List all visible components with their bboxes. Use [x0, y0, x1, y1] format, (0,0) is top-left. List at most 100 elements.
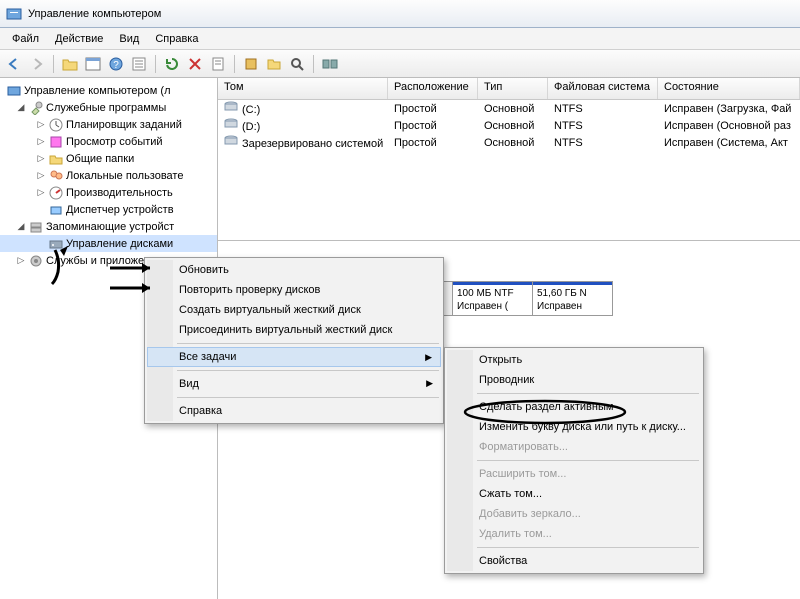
- menu-action[interactable]: Действие: [47, 31, 111, 47]
- menu-shrink[interactable]: Сжать том...: [447, 484, 701, 504]
- tree-eventvwr[interactable]: ▷ Просмотр событий: [0, 133, 217, 150]
- collapse-icon[interactable]: ◢: [16, 102, 26, 113]
- delete-icon[interactable]: [185, 54, 205, 74]
- expand-icon[interactable]: ▷: [36, 187, 46, 198]
- search-icon[interactable]: [287, 54, 307, 74]
- tree-label: Локальные пользовате: [66, 170, 183, 182]
- tree-scheduler[interactable]: ▷ Планировщик заданий: [0, 116, 217, 133]
- tree-label: Запоминающие устройст: [46, 221, 174, 233]
- help-icon[interactable]: ?: [106, 54, 126, 74]
- tree-devmgr[interactable]: Диспетчер устройств: [0, 201, 217, 218]
- list-icon[interactable]: [129, 54, 149, 74]
- menu-separator: [477, 460, 699, 461]
- cell-text: NTFS: [548, 120, 658, 132]
- expand-icon[interactable]: ▷: [36, 136, 46, 147]
- cell-text: Исправен (Система, Акт: [658, 137, 800, 149]
- event-icon: [48, 134, 64, 150]
- menu-createvhd[interactable]: Создать виртуальный жесткий диск: [147, 300, 441, 320]
- diskmgmt-icon: [48, 236, 64, 252]
- tree-systools[interactable]: ◢ Служебные программы: [0, 99, 217, 116]
- cell-text: Исправен (Основной раз: [658, 120, 800, 132]
- tool-b-icon[interactable]: [264, 54, 284, 74]
- volume-icon: [224, 101, 238, 113]
- tree-diskmgmt[interactable]: Управление дисками: [0, 235, 217, 252]
- part-status-text: Исправен: [537, 300, 608, 313]
- menu-properties[interactable]: Свойства: [447, 551, 701, 571]
- col-layout[interactable]: Расположение: [388, 78, 478, 99]
- tools-icon: [28, 100, 44, 116]
- tree-perf[interactable]: ▷ Производительность: [0, 184, 217, 201]
- tool-c-icon[interactable]: [320, 54, 340, 74]
- window-icon[interactable]: [83, 54, 103, 74]
- list-item[interactable]: (D:) Простой Основной NTFS Исправен (Осн…: [218, 117, 800, 134]
- services-icon: [28, 253, 44, 269]
- partition-box[interactable]: 100 МБ NTF Исправен (: [453, 281, 533, 316]
- col-status[interactable]: Состояние: [658, 78, 800, 99]
- menu-format[interactable]: Форматировать...: [447, 437, 701, 457]
- menu-make-active[interactable]: Сделать раздел активным: [447, 397, 701, 417]
- expand-icon[interactable]: ▷: [36, 153, 46, 164]
- menu-label: Вид: [179, 378, 199, 390]
- folder-icon[interactable]: [60, 54, 80, 74]
- menu-refresh[interactable]: Обновить: [147, 260, 441, 280]
- part-size-text: 100 МБ NTF: [457, 287, 528, 300]
- tree-storage[interactable]: ◢ Запоминающие устройст: [0, 218, 217, 235]
- partition-box[interactable]: 51,60 ГБ N Исправен: [533, 281, 613, 316]
- menu-change-letter[interactable]: Изменить букву диска или путь к диску...: [447, 417, 701, 437]
- col-volume[interactable]: Том: [218, 78, 388, 99]
- tree-label: Производительность: [66, 187, 173, 199]
- cell-text: (D:): [242, 121, 260, 133]
- menu-separator: [177, 397, 439, 398]
- volume-icon: [224, 135, 238, 147]
- context-menu-alltasks: Открыть Проводник Сделать раздел активны…: [444, 347, 704, 574]
- volume-list: (C:) Простой Основной NTFS Исправен (Заг…: [218, 100, 800, 240]
- svg-text:?: ?: [113, 60, 119, 71]
- cell-text: Простой: [388, 120, 478, 132]
- cell-text: Основной: [478, 120, 548, 132]
- menu-mirror[interactable]: Добавить зеркало...: [447, 504, 701, 524]
- menu-extend[interactable]: Расширить том...: [447, 464, 701, 484]
- tree-label: Общие папки: [66, 153, 134, 165]
- cell-text: NTFS: [548, 103, 658, 115]
- menu-help[interactable]: Справка: [147, 31, 206, 47]
- col-fs[interactable]: Файловая система: [548, 78, 658, 99]
- list-item[interactable]: Зарезервировано системой Простой Основно…: [218, 134, 800, 151]
- tool-a-icon[interactable]: [241, 54, 261, 74]
- tree-label: Планировщик заданий: [66, 119, 182, 131]
- cell-text: Простой: [388, 137, 478, 149]
- users-icon: [48, 168, 64, 184]
- menu-file[interactable]: Файл: [4, 31, 47, 47]
- tree-label: Диспетчер устройств: [66, 204, 174, 216]
- tree-root[interactable]: Управление компьютером (л: [0, 82, 217, 99]
- menu-attachvhd[interactable]: Присоединить виртуальный жесткий диск: [147, 320, 441, 340]
- expand-icon[interactable]: ▷: [36, 170, 46, 181]
- menu-delete[interactable]: Удалить том...: [447, 524, 701, 544]
- expand-icon[interactable]: ▷: [16, 255, 26, 266]
- menu-explorer[interactable]: Проводник: [447, 370, 701, 390]
- cell-text: (C:): [242, 104, 260, 116]
- part-status-text: Исправен (: [457, 300, 528, 313]
- list-item[interactable]: (C:) Простой Основной NTFS Исправен (Заг…: [218, 100, 800, 117]
- menu-alltasks[interactable]: Все задачи▶: [147, 347, 441, 367]
- tree-localusers[interactable]: ▷ Локальные пользовате: [0, 167, 217, 184]
- menu-view[interactable]: Вид▶: [147, 374, 441, 394]
- menu-separator: [177, 370, 439, 371]
- tree-label: Просмотр событий: [66, 136, 163, 148]
- tree-shared[interactable]: ▷ Общие папки: [0, 150, 217, 167]
- window-title: Управление компьютером: [28, 8, 161, 20]
- expand-icon[interactable]: ▷: [36, 119, 46, 130]
- cell-text: Зарезервировано системой: [242, 138, 383, 150]
- refresh-icon[interactable]: [162, 54, 182, 74]
- menubar: Файл Действие Вид Справка: [0, 28, 800, 50]
- toolbar: ?: [0, 50, 800, 78]
- col-type[interactable]: Тип: [478, 78, 548, 99]
- back-button[interactable]: [4, 54, 24, 74]
- menu-open[interactable]: Открыть: [447, 350, 701, 370]
- menu-view[interactable]: Вид: [111, 31, 147, 47]
- menu-rescan[interactable]: Повторить проверку дисков: [147, 280, 441, 300]
- collapse-icon[interactable]: ◢: [16, 221, 26, 232]
- context-menu-main: Обновить Повторить проверку дисков Созда…: [144, 257, 444, 424]
- properties-icon[interactable]: [208, 54, 228, 74]
- forward-button[interactable]: [27, 54, 47, 74]
- menu-help[interactable]: Справка: [147, 401, 441, 421]
